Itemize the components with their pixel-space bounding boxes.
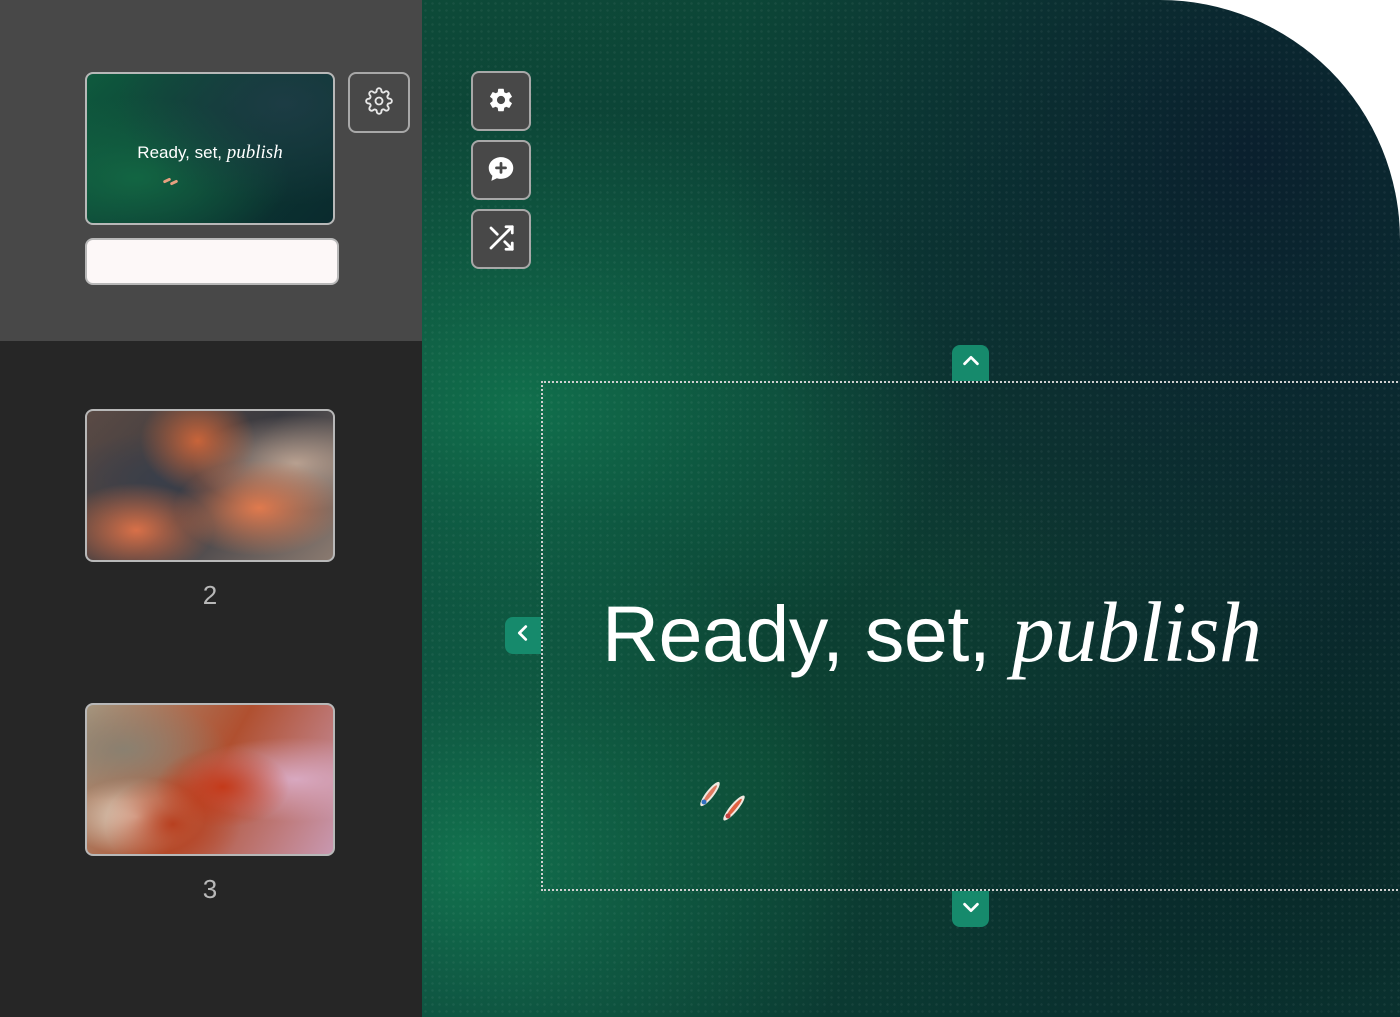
slide-canvas[interactable]: Ready, set, publish (422, 0, 1400, 1017)
add-comment-button[interactable] (471, 140, 531, 200)
slide-thumbnail-title: Ready, set, publish (87, 142, 333, 164)
slide-heading[interactable]: Ready, set, publish (602, 589, 1262, 678)
settings-button[interactable] (471, 71, 531, 131)
slide-settings-button[interactable] (348, 72, 410, 133)
thumbnail-title-regular: Ready, set, (137, 143, 227, 162)
slide-heading-italic: publish (1011, 584, 1262, 680)
chevron-left-icon (512, 622, 534, 649)
gear-icon (487, 86, 515, 117)
slide-number-3: 3 (202, 874, 218, 904)
slide-thumbnail-2[interactable] (85, 409, 335, 562)
chevron-down-icon (960, 896, 982, 923)
thumbnail-title-italic: publish (226, 142, 283, 163)
editor-app: Ready, set, publish 2 3 Ready, set, publ… (0, 0, 1400, 1017)
shuffle-button[interactable] (471, 209, 531, 269)
shuffle-icon (486, 223, 516, 256)
text-block-selection[interactable]: Ready, set, publish (541, 381, 1400, 891)
thumbnail-boats (162, 177, 179, 186)
move-left-handle[interactable] (505, 617, 541, 654)
slide-heading-regular: Ready, set, (602, 589, 1012, 678)
slide-sidebar: Ready, set, publish 2 3 (0, 0, 422, 1017)
move-down-handle[interactable] (952, 891, 989, 927)
gear-outline-icon (365, 87, 393, 118)
slide-name-input[interactable] (85, 238, 339, 285)
move-up-handle[interactable] (952, 345, 989, 381)
slide-number-2: 2 (202, 580, 218, 610)
chevron-up-icon (960, 350, 982, 377)
slide-thumbnail-1[interactable]: Ready, set, publish (85, 72, 335, 225)
comment-add-icon (486, 154, 516, 187)
slide-thumbnail-3[interactable] (85, 703, 335, 856)
